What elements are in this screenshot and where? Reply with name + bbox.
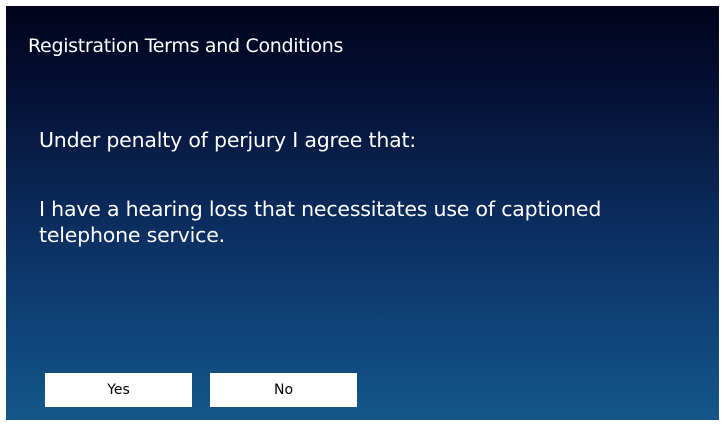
yes-button[interactable]: Yes — [45, 373, 192, 407]
terms-dialog: Registration Terms and Conditions Under … — [6, 6, 719, 420]
statement-line-2: telephone service. — [39, 223, 225, 247]
no-button[interactable]: No — [210, 373, 357, 407]
perjury-intro-text: Under penalty of perjury I agree that: — [39, 128, 417, 152]
statement-line-1: I have a hearing loss that necessitates … — [39, 197, 602, 221]
dialog-title: Registration Terms and Conditions — [28, 35, 344, 57]
hearing-loss-statement: I have a hearing loss that necessitates … — [39, 196, 699, 248]
